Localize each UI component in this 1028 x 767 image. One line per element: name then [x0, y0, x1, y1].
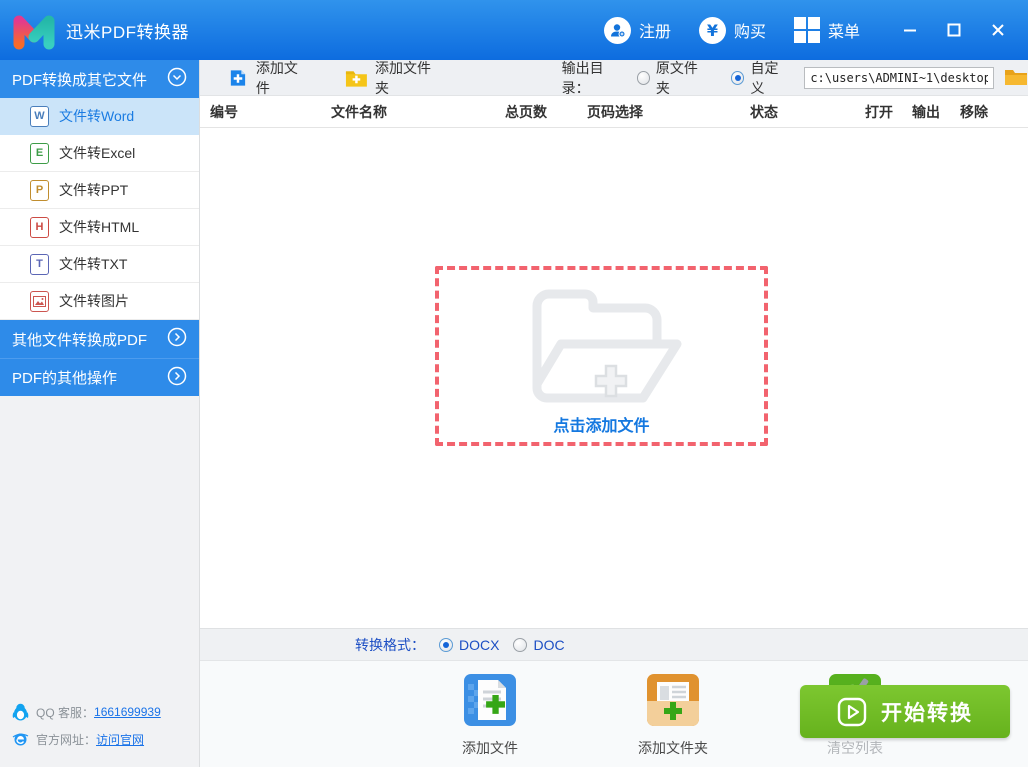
sidebar-item-pdf-to-excel[interactable]: E 文件转Excel — [0, 135, 199, 172]
qq-support-row: QQ 客服： 1661699939 — [0, 698, 200, 726]
qq-penguin-icon — [12, 703, 29, 721]
radio-original-folder-label: 原文件夹 — [656, 58, 709, 98]
format-option-doc[interactable]: DOC — [513, 637, 564, 653]
register-label: 注册 — [639, 18, 671, 42]
buy-button[interactable]: ¥ 购买 — [699, 17, 766, 44]
chevron-right-circle-icon — [167, 327, 187, 351]
titlebar-right: 注册 ¥ 购买 菜单 — [604, 0, 1028, 60]
sidebar-item-pdf-to-txt[interactable]: T 文件转TXT — [0, 246, 199, 283]
format-docx-label: DOCX — [459, 637, 499, 653]
add-folder-action-label: 添加文件夹 — [621, 738, 725, 758]
radio-original-folder-control[interactable] — [637, 71, 650, 85]
format-doc-label: DOC — [533, 637, 564, 653]
col-status: 状态 — [750, 102, 865, 122]
titlebar: 迅米PDF转换器 注册 ¥ 购买 菜单 — [0, 0, 1028, 60]
add-file-action-button[interactable]: 添加文件 — [438, 674, 542, 758]
add-folder-toolbar-label: 添加文件夹 — [375, 58, 442, 98]
sidebar-section-others-to-pdf[interactable]: 其他文件转换成PDF — [0, 320, 199, 358]
format-bar: 转换格式： DOCX DOC — [200, 628, 1028, 660]
yen-icon: ¥ — [699, 17, 726, 44]
clear-list-action-label: 清空列表 — [803, 738, 907, 758]
sidebar-footer: QQ 客服： 1661699939 官方网址： 访问官网 — [0, 698, 200, 753]
main-area: 添加文件 添加文件夹 输出目录： 原文件夹 自定义 — [200, 60, 1028, 767]
word-file-icon: W — [30, 106, 49, 127]
radio-original-folder[interactable]: 原文件夹 — [637, 58, 710, 98]
add-file-action-label: 添加文件 — [438, 738, 542, 758]
start-convert-label: 开始转换 — [881, 697, 973, 727]
add-file-icon — [228, 67, 249, 89]
image-file-icon — [30, 291, 49, 312]
official-site-row: 官方网址： 访问官网 — [0, 726, 200, 753]
add-file-big-icon — [464, 674, 516, 726]
buy-label: 购买 — [734, 18, 766, 42]
menu-grid-icon — [794, 17, 820, 43]
html-file-icon: H — [30, 217, 49, 238]
file-list-area: 点击添加文件 — [200, 128, 1028, 628]
app-logo-icon — [8, 7, 62, 53]
visit-site-link[interactable]: 访问官网 — [96, 731, 144, 748]
radio-custom-folder-label: 自定义 — [750, 58, 790, 98]
body-area: PDF转换成其它文件 W 文件转Word E 文件转Excel P 文件转PPT… — [0, 60, 1028, 767]
add-folder-big-icon — [647, 674, 699, 726]
app-window: 迅米PDF转换器 注册 ¥ 购买 菜单 — [0, 0, 1028, 767]
window-controls — [888, 0, 1020, 60]
start-convert-button[interactable]: 开始转换 — [800, 685, 1010, 738]
ppt-file-icon: P — [30, 180, 49, 201]
chevron-down-circle-icon — [167, 67, 187, 91]
play-icon — [837, 697, 867, 727]
app-title: 迅米PDF转换器 — [66, 18, 189, 43]
register-user-icon — [604, 17, 631, 44]
col-total-pages: 总页数 — [505, 102, 587, 122]
txt-file-icon: T — [30, 254, 49, 275]
output-path-input[interactable] — [804, 67, 994, 89]
qq-number-link[interactable]: 1661699939 — [94, 705, 161, 719]
menu-button[interactable]: 菜单 — [794, 17, 860, 43]
close-button[interactable] — [976, 0, 1020, 60]
minimize-button[interactable] — [888, 0, 932, 60]
format-option-docx[interactable]: DOCX — [439, 637, 499, 653]
toolbar: 添加文件 添加文件夹 输出目录： 原文件夹 自定义 — [200, 60, 1028, 96]
col-open: 打开 — [865, 102, 912, 122]
official-site-label: 官方网址： — [36, 731, 96, 748]
format-doc-radio[interactable] — [513, 638, 527, 652]
format-docx-radio[interactable] — [439, 638, 453, 652]
chevron-right-circle-icon — [167, 366, 187, 390]
excel-file-icon: E — [30, 143, 49, 164]
dropzone-label: 点击添加文件 — [439, 412, 764, 436]
col-page-selection: 页码选择 — [587, 102, 750, 122]
col-filename: 文件名称 — [331, 102, 505, 122]
sidebar-section-pdf-to-others[interactable]: PDF转换成其它文件 — [0, 60, 199, 98]
dropzone-add-files[interactable]: 点击添加文件 — [435, 266, 768, 446]
browse-folder-button[interactable] — [1004, 68, 1028, 87]
output-dir-label: 输出目录： — [562, 58, 629, 98]
radio-custom-folder-control[interactable] — [731, 71, 744, 85]
col-output: 输出 — [912, 102, 960, 122]
browse-folder-icon — [1004, 68, 1028, 87]
open-folder-plus-icon — [502, 280, 702, 419]
format-label: 转换格式： — [355, 635, 425, 655]
sidebar-item-pdf-to-html[interactable]: H 文件转HTML — [0, 209, 199, 246]
browser-e-icon — [12, 731, 29, 748]
sidebar-section-pdf-other-ops[interactable]: PDF的其他操作 — [0, 358, 199, 396]
add-folder-action-button[interactable]: 添加文件夹 — [621, 674, 725, 758]
sidebar: PDF转换成其它文件 W 文件转Word E 文件转Excel P 文件转PPT… — [0, 60, 200, 767]
register-button[interactable]: 注册 — [604, 17, 671, 44]
col-remove: 移除 — [960, 102, 1018, 122]
sidebar-item-pdf-to-ppt[interactable]: P 文件转PPT — [0, 172, 199, 209]
add-folder-icon — [345, 68, 368, 88]
sidebar-item-pdf-to-image[interactable]: 文件转图片 — [0, 283, 199, 320]
col-number: 编号 — [200, 102, 331, 122]
file-table-header: 编号 文件名称 总页数 页码选择 状态 打开 输出 移除 — [200, 96, 1028, 128]
menu-label: 菜单 — [828, 18, 860, 42]
qq-support-label: QQ 客服： — [36, 704, 94, 721]
radio-custom-folder[interactable]: 自定义 — [731, 58, 790, 98]
add-file-toolbar-button[interactable]: 添加文件 — [228, 58, 309, 98]
footer-actions: 添加文件 添加文件夹 — [200, 660, 1028, 767]
add-file-toolbar-label: 添加文件 — [256, 58, 309, 98]
maximize-button[interactable] — [932, 0, 976, 60]
add-folder-toolbar-button[interactable]: 添加文件夹 — [345, 58, 441, 98]
sidebar-item-pdf-to-word[interactable]: W 文件转Word — [0, 98, 199, 135]
